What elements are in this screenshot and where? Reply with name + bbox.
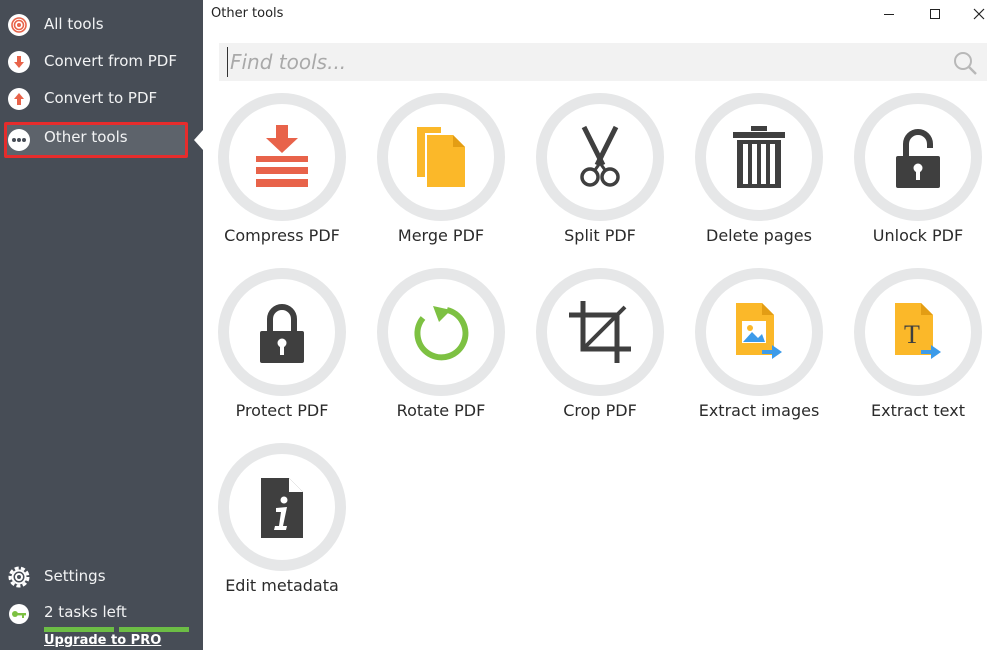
tool-label: Extract images bbox=[698, 401, 820, 420]
tool-label: Unlock PDF bbox=[872, 226, 964, 245]
sidebar-item-label: Other tools bbox=[44, 128, 128, 146]
tool-crop-pdf[interactable]: Crop PDF bbox=[521, 268, 680, 438]
unlock-icon bbox=[854, 93, 982, 221]
extract-images-icon bbox=[695, 268, 823, 396]
key-icon bbox=[8, 603, 30, 629]
lock-icon bbox=[218, 268, 346, 396]
tool-split-pdf[interactable]: Split PDF bbox=[521, 93, 680, 263]
search-bar bbox=[219, 43, 987, 81]
tool-label: Delete pages bbox=[706, 226, 812, 245]
sidebar-item-convert-to-pdf[interactable]: Convert to PDF bbox=[0, 81, 203, 117]
tool-rotate-pdf[interactable]: Rotate PDF bbox=[362, 268, 521, 438]
tasks-left-label: 2 tasks left bbox=[44, 603, 127, 621]
tasks-left: 2 tasks left bbox=[0, 598, 203, 628]
tool-label: Protect PDF bbox=[235, 401, 329, 420]
arrow-down-icon bbox=[8, 51, 30, 73]
tool-label: Edit metadata bbox=[225, 576, 339, 595]
tool-label: Split PDF bbox=[564, 226, 636, 245]
arrow-up-icon bbox=[8, 88, 30, 110]
sidebar-item-label: Convert to PDF bbox=[44, 89, 158, 107]
merge-icon bbox=[377, 93, 505, 221]
tool-protect-pdf[interactable]: Protect PDF bbox=[203, 268, 362, 438]
maximize-icon bbox=[930, 9, 940, 19]
sidebar: All tools Convert from PDF Convert to PD… bbox=[0, 0, 203, 650]
settings-label: Settings bbox=[44, 567, 106, 585]
gear-icon bbox=[8, 566, 30, 592]
sidebar-item-other-tools[interactable]: Other tools bbox=[0, 122, 203, 158]
tool-unlock-pdf[interactable]: Unlock PDF bbox=[839, 93, 998, 263]
trash-icon bbox=[695, 93, 823, 221]
task-progress-segment bbox=[44, 627, 114, 632]
compress-icon bbox=[218, 93, 346, 221]
sidebar-item-all-tools[interactable]: All tools bbox=[0, 7, 203, 43]
more-dots-icon bbox=[8, 129, 30, 151]
tool-label: Rotate PDF bbox=[396, 401, 486, 420]
sidebar-item-label: Convert from PDF bbox=[44, 52, 177, 70]
minimize-icon bbox=[884, 14, 894, 15]
maximize-button[interactable] bbox=[913, 0, 957, 28]
close-icon bbox=[973, 8, 985, 20]
tool-label: Compress PDF bbox=[224, 226, 340, 245]
metadata-icon bbox=[218, 443, 346, 571]
tool-compress-pdf[interactable]: Compress PDF bbox=[203, 93, 362, 263]
tool-extract-text[interactable]: T Extract text bbox=[839, 268, 998, 438]
tool-label: Extract text bbox=[871, 401, 965, 420]
close-button[interactable] bbox=[957, 0, 1001, 28]
search-icon[interactable] bbox=[953, 51, 977, 75]
tool-edit-metadata[interactable]: Edit metadata bbox=[203, 443, 362, 613]
upgrade-link[interactable]: Upgrade to PRO bbox=[44, 633, 161, 648]
spiral-icon bbox=[8, 14, 30, 36]
minimize-button[interactable] bbox=[867, 0, 911, 28]
title-bar: Other tools bbox=[203, 0, 1001, 30]
tool-label: Merge PDF bbox=[397, 226, 485, 245]
svg-text:T: T bbox=[904, 320, 920, 349]
rotate-icon bbox=[377, 268, 505, 396]
scissors-icon bbox=[536, 93, 664, 221]
settings-button[interactable]: Settings bbox=[0, 562, 203, 592]
sidebar-item-label: All tools bbox=[44, 15, 104, 33]
tool-merge-pdf[interactable]: Merge PDF bbox=[362, 93, 521, 263]
tool-label: Crop PDF bbox=[563, 401, 637, 420]
tool-delete-pages[interactable]: Delete pages bbox=[680, 93, 839, 263]
extract-text-icon: T bbox=[854, 268, 982, 396]
window-title: Other tools bbox=[211, 6, 284, 21]
tool-extract-images[interactable]: Extract images bbox=[680, 268, 839, 438]
task-progress-segment bbox=[119, 627, 189, 632]
crop-icon bbox=[536, 268, 664, 396]
sidebar-item-convert-from-pdf[interactable]: Convert from PDF bbox=[0, 44, 203, 80]
search-input[interactable] bbox=[227, 47, 927, 77]
